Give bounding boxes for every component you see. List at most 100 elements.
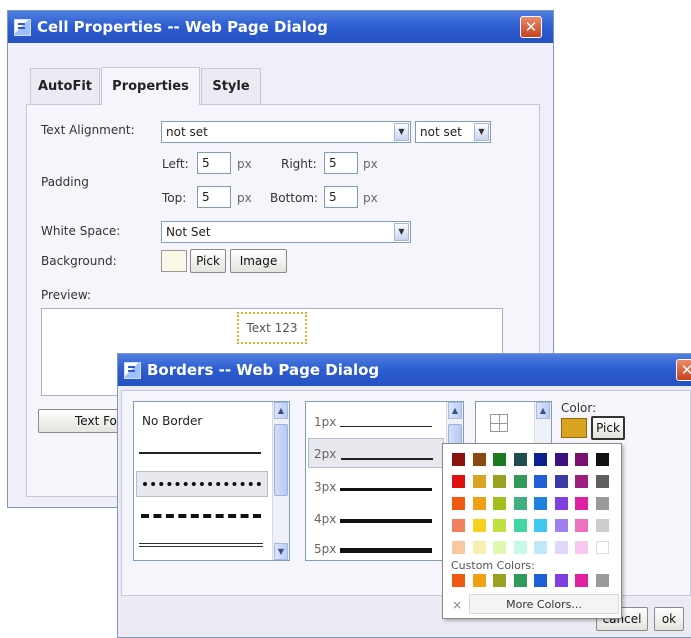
palette-swatch[interactable] bbox=[452, 497, 465, 510]
list-item-width-5px[interactable]: 5px bbox=[306, 539, 446, 559]
palette-swatch[interactable] bbox=[595, 519, 609, 532]
palette-swatch[interactable] bbox=[575, 497, 588, 510]
close-button[interactable]: ✕ bbox=[676, 359, 691, 381]
scroll-thumb[interactable] bbox=[274, 424, 288, 496]
palette-swatch[interactable] bbox=[472, 497, 486, 510]
list-item-width-4px[interactable]: 4px bbox=[306, 509, 446, 529]
palette-swatch[interactable] bbox=[554, 541, 568, 554]
palette-swatch[interactable] bbox=[452, 453, 465, 466]
palette-swatch[interactable] bbox=[472, 453, 486, 466]
background-pick-button[interactable]: Pick bbox=[190, 249, 226, 273]
text-alignment-select[interactable]: not set ▼ bbox=[161, 121, 411, 143]
palette-swatch[interactable] bbox=[534, 453, 547, 466]
width-line-sample bbox=[341, 458, 433, 460]
list-item-solid-line[interactable] bbox=[139, 452, 261, 454]
palette-swatch[interactable] bbox=[472, 541, 486, 554]
palette-swatch[interactable] bbox=[534, 497, 547, 510]
palette-swatch[interactable] bbox=[493, 497, 506, 510]
no-color-icon[interactable]: × bbox=[452, 598, 462, 612]
custom-color-swatch[interactable] bbox=[452, 574, 465, 587]
list-item-width-2px[interactable]: 2px bbox=[308, 438, 444, 468]
palette-swatch[interactable] bbox=[493, 475, 506, 488]
width-label: 5px bbox=[314, 542, 337, 556]
custom-color-swatch[interactable] bbox=[554, 574, 568, 587]
palette-swatch[interactable] bbox=[575, 519, 588, 532]
close-button[interactable]: ✕ bbox=[520, 16, 542, 38]
palette-swatch[interactable] bbox=[472, 475, 486, 488]
white-space-select[interactable]: Not Set ▼ bbox=[161, 221, 411, 243]
padding-bottom-input[interactable]: 5 bbox=[324, 186, 358, 208]
chevron-down-icon[interactable]: ▼ bbox=[274, 543, 288, 560]
custom-color-swatch[interactable] bbox=[493, 574, 506, 587]
chevron-up-icon[interactable]: ▲ bbox=[448, 402, 462, 419]
palette-swatch[interactable] bbox=[575, 453, 588, 466]
palette-swatch[interactable] bbox=[575, 541, 588, 554]
ok-button[interactable]: ok bbox=[654, 607, 684, 631]
list-item-width-3px[interactable]: 3px bbox=[306, 477, 446, 497]
palette-swatch[interactable] bbox=[534, 541, 547, 554]
tab-style[interactable]: Style bbox=[201, 68, 261, 104]
padding-right-input[interactable]: 5 bbox=[324, 152, 358, 174]
palette-swatch[interactable] bbox=[554, 519, 568, 532]
border-width-list[interactable]: 1px 2px 3px 4px 5px ▲ bbox=[305, 401, 464, 561]
custom-color-swatch[interactable] bbox=[472, 574, 486, 587]
color-pick-button[interactable]: Pick bbox=[591, 416, 625, 440]
white-space-value: Not Set bbox=[166, 225, 211, 239]
palette-swatch[interactable] bbox=[595, 453, 609, 466]
style-list-scrollbar[interactable]: ▲ ▼ bbox=[272, 402, 289, 560]
background-image-button[interactable]: Image bbox=[230, 249, 287, 273]
custom-color-swatch[interactable] bbox=[534, 574, 547, 587]
palette-swatch[interactable] bbox=[493, 541, 506, 554]
palette-swatch[interactable] bbox=[493, 453, 506, 466]
list-item-width-1px[interactable]: 1px bbox=[306, 412, 446, 432]
border-position-list[interactable]: ▲ bbox=[475, 401, 552, 446]
padding-left-input[interactable]: 5 bbox=[197, 152, 231, 174]
palette-swatch[interactable] bbox=[513, 541, 527, 554]
tab-autofit[interactable]: AutoFit bbox=[30, 68, 100, 104]
chevron-up-icon[interactable]: ▲ bbox=[274, 402, 288, 419]
palette-swatch[interactable] bbox=[595, 541, 609, 554]
palette-swatch[interactable] bbox=[513, 475, 527, 488]
padding-top-unit: px bbox=[237, 191, 252, 205]
padding-bottom-value: 5 bbox=[329, 190, 337, 204]
more-colors-button[interactable]: More Colors... bbox=[469, 594, 619, 614]
palette-swatch[interactable] bbox=[595, 475, 609, 488]
list-item-dotted-line[interactable] bbox=[136, 471, 268, 497]
tab-properties[interactable]: Properties bbox=[101, 67, 200, 105]
palette-swatch[interactable] bbox=[554, 475, 568, 488]
padding-top-input[interactable]: 5 bbox=[197, 186, 231, 208]
vertical-alignment-select[interactable]: not set ▼ bbox=[415, 121, 491, 143]
custom-color-swatch[interactable] bbox=[513, 574, 527, 587]
cell-dialog-titlebar[interactable]: Cell Properties -- Web Page Dialog bbox=[8, 11, 553, 43]
preview-sample-text: Text 123 bbox=[246, 321, 298, 335]
custom-colors-label: Custom Colors: bbox=[451, 559, 535, 572]
position-list-scrollbar[interactable]: ▲ bbox=[534, 402, 551, 445]
preview-sample-cell: Text 123 bbox=[237, 312, 307, 344]
list-item-no-border[interactable]: No Border bbox=[142, 414, 202, 428]
palette-swatch[interactable] bbox=[595, 497, 609, 510]
palette-swatch[interactable] bbox=[493, 519, 506, 532]
custom-color-swatch[interactable] bbox=[575, 574, 588, 587]
borders-dialog-titlebar[interactable]: Borders -- Web Page Dialog bbox=[118, 354, 691, 386]
palette-swatch[interactable] bbox=[452, 519, 465, 532]
palette-swatch[interactable] bbox=[513, 497, 527, 510]
palette-swatch[interactable] bbox=[513, 519, 527, 532]
list-item-double-line[interactable] bbox=[139, 543, 263, 547]
palette-swatch[interactable] bbox=[513, 453, 527, 466]
all-borders-icon[interactable] bbox=[490, 414, 508, 432]
palette-swatch[interactable] bbox=[534, 519, 547, 532]
palette-swatch[interactable] bbox=[472, 519, 486, 532]
palette-swatch[interactable] bbox=[554, 497, 568, 510]
color-label: Color: bbox=[561, 401, 597, 415]
palette-swatch[interactable] bbox=[452, 475, 465, 488]
close-icon: ✕ bbox=[524, 18, 538, 36]
list-item-dashed-line[interactable] bbox=[141, 514, 261, 518]
palette-swatch[interactable] bbox=[534, 475, 547, 488]
palette-swatch[interactable] bbox=[554, 453, 568, 466]
chevron-up-icon[interactable]: ▲ bbox=[536, 402, 550, 419]
dialog-page-icon bbox=[14, 18, 31, 36]
palette-swatch[interactable] bbox=[452, 541, 465, 554]
palette-swatch[interactable] bbox=[575, 475, 588, 488]
border-style-list[interactable]: No Border ▲ ▼ bbox=[133, 401, 290, 561]
custom-color-swatch[interactable] bbox=[595, 574, 609, 587]
